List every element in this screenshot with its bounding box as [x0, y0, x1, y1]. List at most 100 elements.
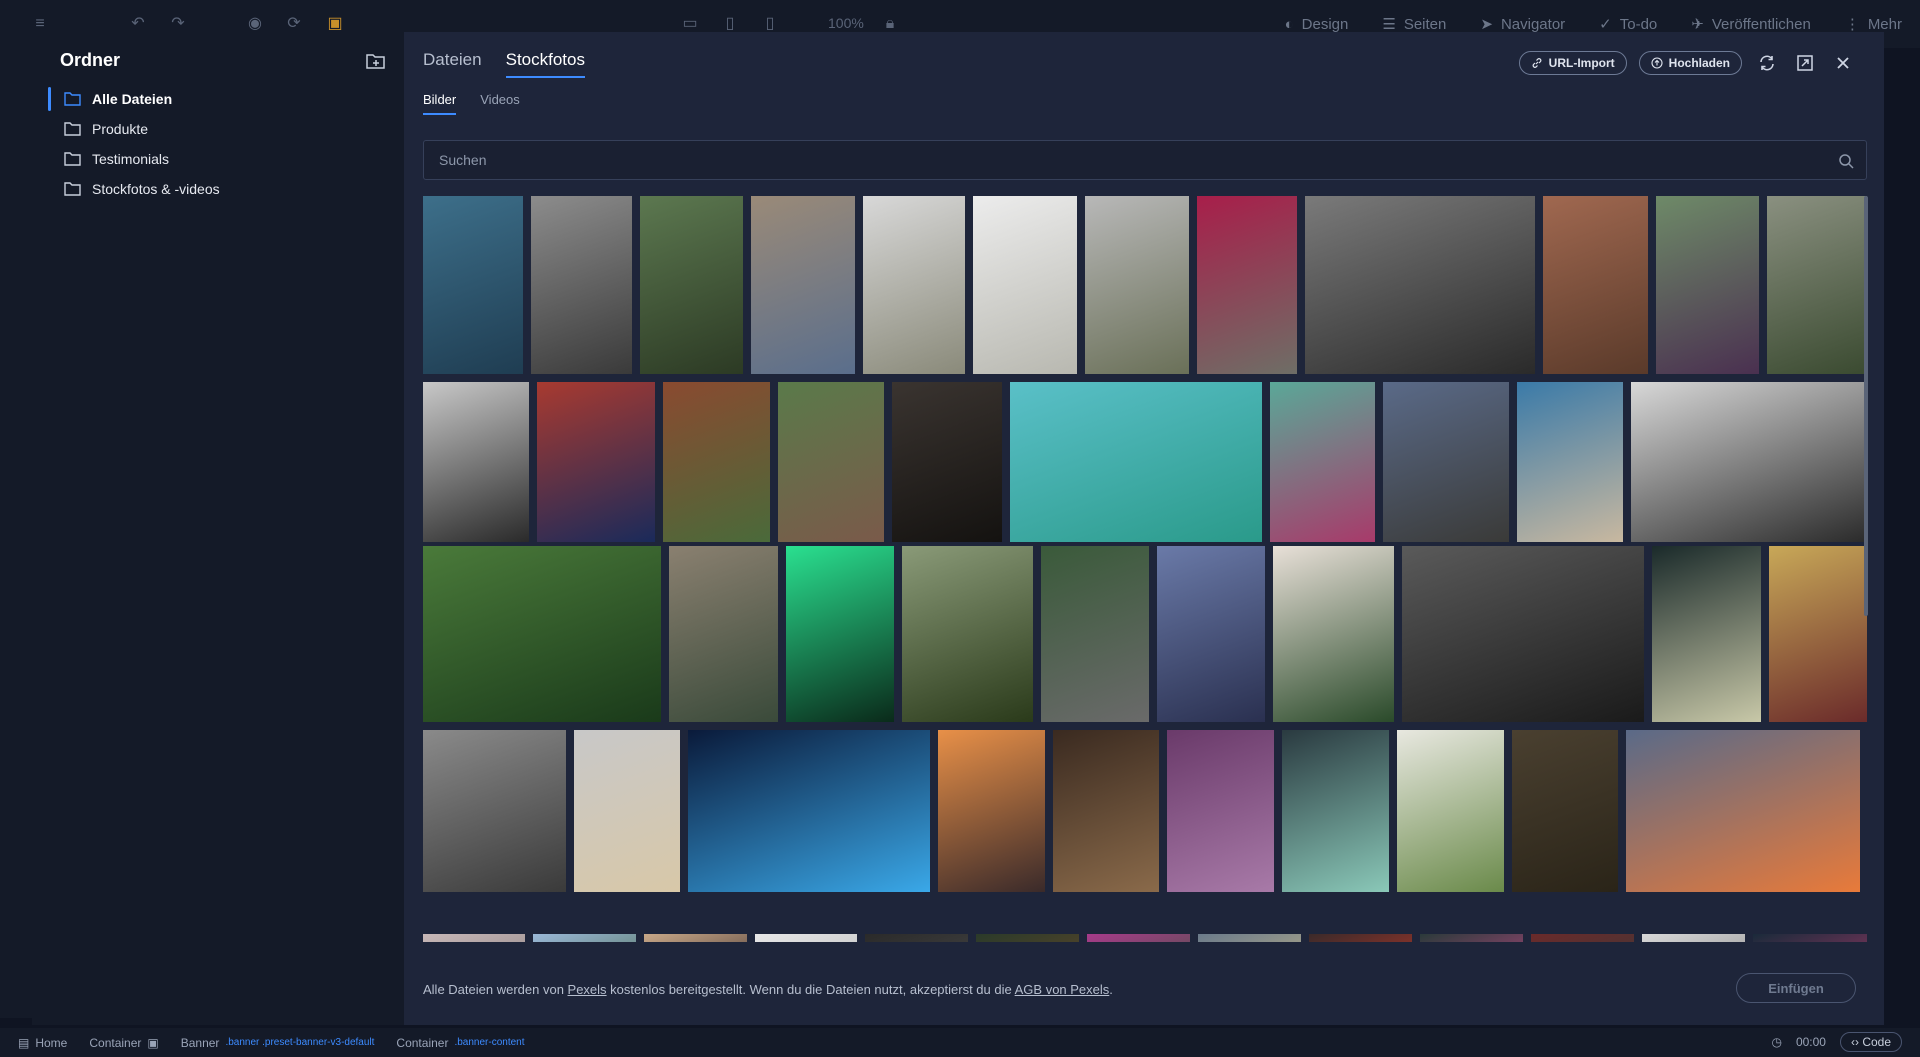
stock-photo-tile[interactable] [778, 382, 884, 542]
folder-item-alle-dateien[interactable]: Alle Dateien [48, 84, 388, 114]
stock-photo-tile[interactable] [1512, 730, 1618, 892]
stock-photo-tile[interactable] [423, 546, 661, 722]
stock-photo-tile[interactable] [1652, 546, 1761, 722]
stock-photo-tile[interactable] [537, 382, 655, 542]
stock-photo-tile[interactable] [1273, 546, 1394, 722]
tab-bilder[interactable]: Bilder [423, 92, 457, 115]
breadcrumb-container[interactable]: Container ▣ [89, 1036, 158, 1050]
stock-photo-tile[interactable] [1010, 382, 1262, 542]
stock-photo-tile[interactable] [423, 730, 566, 892]
stock-photo-tile[interactable] [423, 934, 525, 942]
search-input[interactable] [424, 141, 1866, 179]
preview-eye-icon[interactable]: ◉ [245, 14, 265, 34]
stock-photo-tile[interactable] [1420, 934, 1523, 942]
stock-photo-tile[interactable] [663, 382, 770, 542]
stock-photo-tile[interactable] [1397, 730, 1504, 892]
check-circle-icon: ✓ [1599, 16, 1612, 33]
menu-icon[interactable]: ≡ [30, 14, 50, 34]
zoom-level[interactable]: 100% [828, 15, 864, 31]
stock-photo-tile[interactable] [1631, 382, 1867, 542]
stock-photo-tile[interactable] [973, 196, 1077, 374]
mobile-icon[interactable]: ▯ [760, 14, 780, 34]
stock-photo-tile[interactable] [1085, 196, 1189, 374]
grid-scrollbar[interactable] [1864, 196, 1868, 616]
stock-photo-tile[interactable] [1197, 196, 1297, 374]
stock-photo-tile[interactable] [688, 730, 930, 892]
stock-photo-tile[interactable] [1626, 730, 1860, 892]
stock-photo-tile[interactable] [1309, 934, 1412, 942]
folder-item-stockfotos[interactable]: Stockfotos & -videos [48, 174, 388, 204]
stock-photo-tile[interactable] [938, 730, 1045, 892]
pexels-link[interactable]: Pexels [568, 982, 607, 997]
breadcrumb-banner[interactable]: Banner .banner .preset-banner-v3-default [181, 1036, 375, 1050]
stock-photo-tile[interactable] [892, 382, 1002, 542]
search-icon[interactable] [1838, 153, 1854, 169]
navigator-menu[interactable]: ➤ Navigator [1480, 15, 1565, 33]
pexels-attribution: Alle Dateien werden von Pexels kostenlos… [423, 982, 1113, 997]
stock-photo-tile[interactable] [1753, 934, 1867, 942]
todo-menu[interactable]: ✓ To-do [1599, 15, 1657, 33]
stock-photo-tile[interactable] [669, 546, 778, 722]
breadcrumb-home[interactable]: ▤ Home [18, 1036, 67, 1050]
stock-photo-tile[interactable] [1053, 730, 1159, 892]
save-icon[interactable]: ▣ [325, 14, 345, 34]
stock-photo-tile[interactable] [865, 934, 968, 942]
stock-photo-tile[interactable] [423, 382, 529, 542]
stock-photo-tile[interactable] [786, 546, 894, 722]
upload-button[interactable]: Hochladen [1638, 51, 1742, 75]
stock-photo-tile[interactable] [751, 196, 855, 374]
close-icon[interactable] [1830, 50, 1856, 76]
stock-photo-tile[interactable] [1642, 934, 1745, 942]
tab-stockfotos[interactable]: Stockfotos [505, 50, 585, 78]
tablet-icon[interactable]: ▯ [720, 14, 740, 34]
stock-photo-tile[interactable] [1167, 730, 1274, 892]
folder-item-produkte[interactable]: Produkte [48, 114, 388, 144]
stock-photo-tile[interactable] [976, 934, 1079, 942]
lock-icon[interactable]: 🔒︎ [880, 14, 900, 34]
stock-photo-tile[interactable] [1767, 196, 1867, 374]
stock-photo-tile[interactable] [1157, 546, 1265, 722]
stock-photo-tile[interactable] [533, 934, 636, 942]
design-menu[interactable]: ◐ Design [1285, 16, 1349, 33]
stock-photo-tile[interactable] [423, 196, 523, 374]
tab-videos[interactable]: Videos [480, 92, 520, 115]
new-folder-icon[interactable] [366, 52, 386, 70]
main-tabs: Dateien Stockfotos [423, 50, 585, 78]
stock-photo-tile[interactable] [1531, 934, 1634, 942]
stock-photo-tile[interactable] [644, 934, 747, 942]
stock-photo-tile[interactable] [755, 934, 857, 942]
undo-icon[interactable]: ↶ [128, 14, 148, 34]
stock-photo-tile[interactable] [1543, 196, 1648, 374]
folder-item-testimonials[interactable]: Testimonials [48, 144, 388, 174]
insert-button[interactable]: Einfügen [1736, 973, 1856, 1003]
stock-photo-tile[interactable] [1305, 196, 1535, 374]
stock-photo-tile[interactable] [531, 196, 632, 374]
desktop-icon[interactable]: ▭ [680, 14, 700, 34]
url-import-button[interactable]: URL-Import [1518, 51, 1627, 75]
stock-photo-tile[interactable] [1198, 934, 1301, 942]
code-button[interactable]: ‹› Code [1839, 1032, 1902, 1052]
stock-photo-tile[interactable] [1383, 382, 1509, 542]
stock-photo-tile[interactable] [1517, 382, 1623, 542]
stock-photo-tile[interactable] [1041, 546, 1149, 722]
stock-photo-tile[interactable] [1656, 196, 1759, 374]
pages-menu[interactable]: ☰ Seiten [1382, 15, 1446, 33]
stock-photo-tile[interactable] [1769, 546, 1867, 722]
tab-dateien[interactable]: Dateien [423, 50, 482, 78]
publish-menu[interactable]: ✈ Veröffentlichen [1691, 15, 1811, 33]
stock-photo-tile[interactable] [1402, 546, 1644, 722]
stock-photo-tile[interactable] [574, 730, 680, 892]
refresh-icon[interactable]: ⟳ [284, 14, 304, 34]
stock-photo-tile[interactable] [902, 546, 1033, 722]
more-menu[interactable]: ⋮ Mehr [1845, 15, 1902, 33]
pexels-terms-link[interactable]: AGB von Pexels [1015, 982, 1110, 997]
stock-photo-tile[interactable] [640, 196, 743, 374]
stock-photo-tile[interactable] [1087, 934, 1190, 942]
stock-photo-tile[interactable] [1282, 730, 1389, 892]
stock-photo-tile[interactable] [863, 196, 965, 374]
refresh-icon[interactable] [1754, 50, 1780, 76]
maximize-icon[interactable] [1792, 50, 1818, 76]
redo-icon[interactable]: ↷ [168, 14, 188, 34]
breadcrumb-banner-content[interactable]: Container .banner-content [396, 1036, 524, 1050]
stock-photo-tile[interactable] [1270, 382, 1375, 542]
